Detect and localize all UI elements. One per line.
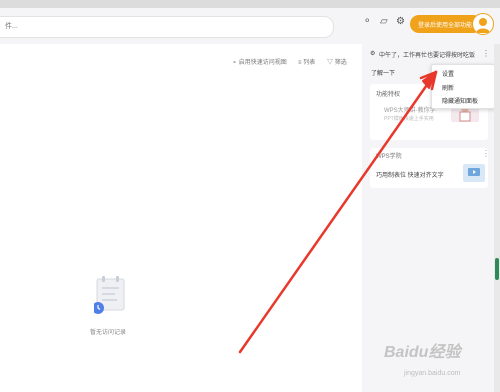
scrollbar-track[interactable] [494, 44, 500, 392]
annotation-arrow [238, 70, 438, 354]
watermark-text: Baidu经验 [384, 344, 461, 361]
watermark-url: jingyan.baidu.com [404, 370, 461, 377]
scrollbar-thumb[interactable] [495, 258, 499, 280]
